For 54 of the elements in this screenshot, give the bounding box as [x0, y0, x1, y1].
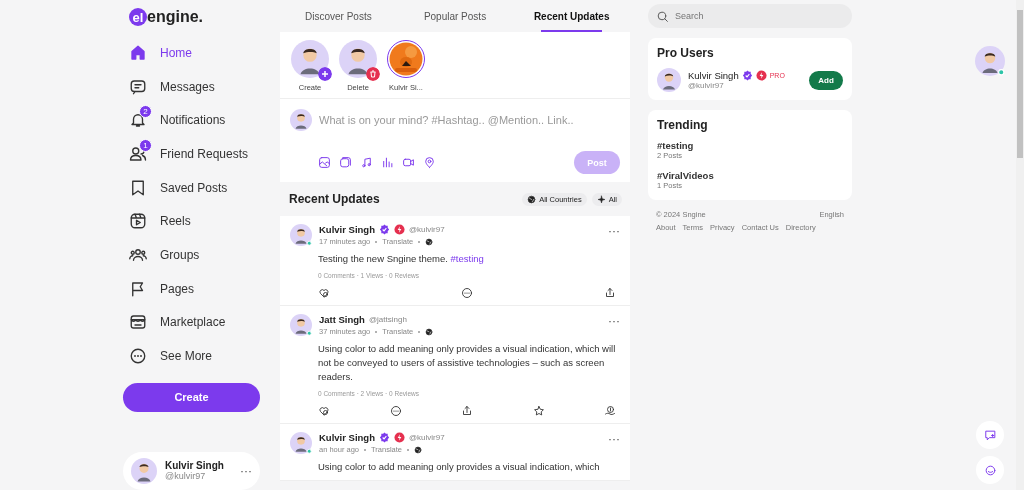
user-name[interactable]: Kulvir Singh [688, 70, 739, 81]
nav-item[interactable]: Groups [123, 238, 270, 272]
nav-label: Friend Requests [160, 146, 249, 161]
hashtag-link[interactable]: #ViralVideos [657, 170, 843, 181]
post-text: Testing the new Sngine theme. #testing [318, 252, 485, 266]
user-name: Kulvir Singh [165, 460, 224, 472]
add-button[interactable]: Add [809, 70, 843, 90]
nav-item[interactable]: Marketplace [123, 305, 270, 340]
nav-item[interactable]: 2 Notifications [123, 103, 270, 137]
tab[interactable]: Popular Posts [396, 0, 514, 32]
nav-label: Saved Posts [160, 180, 228, 195]
nav-label: Marketplace [160, 315, 226, 330]
tab[interactable]: Discover Posts [280, 0, 397, 32]
nav-label: Pages [160, 281, 195, 296]
card-title: Trending [657, 118, 709, 132]
nav-label: Home [160, 45, 192, 60]
post-text: Using color to add meaning only provides a visual indication, which will not be conveyed to users of assistive technologies – such as screen readers. [318, 342, 617, 384]
user-handle: @kulvir97 [408, 225, 445, 234]
post-text: Using color to add meaning only provides a visual indication, which [318, 460, 601, 474]
nav-label: Reels [160, 214, 191, 229]
post-input[interactable]: What is on your mind? #Hashtag.. @Mention.. Link.. [319, 114, 620, 126]
nav-label: See More [160, 348, 213, 363]
user-handle: @kulvir97 [165, 471, 207, 482]
author-name[interactable]: Kulvir Singh [319, 224, 375, 235]
hashtag-link[interactable]: #testing [657, 140, 843, 151]
card-title: Pro Users [657, 46, 715, 60]
nav-item[interactable]: Pages [123, 271, 270, 306]
nav-item[interactable]: 1 Friend Requests [123, 137, 270, 171]
more-button[interactable]: ··· [608, 224, 620, 238]
user-handle: @kulvir97 [408, 433, 445, 442]
nav-label: Messages [160, 79, 215, 94]
user-handle: @kulvir97 [688, 81, 725, 90]
more-button[interactable]: ··· [608, 314, 620, 328]
nav-item[interactable]: Saved Posts [123, 170, 270, 205]
tab[interactable]: Recent Updates [513, 0, 630, 32]
author-name[interactable]: Jatt Singh [319, 314, 365, 325]
nav-label: Notifications [160, 113, 226, 128]
nav-item[interactable]: Reels [123, 204, 270, 239]
more-button[interactable]: ··· [240, 463, 252, 478]
count-badge: 1 [139, 138, 152, 152]
count-badge: 2 [139, 105, 152, 119]
nav-item[interactable]: Home [123, 36, 270, 70]
nav-item[interactable]: Messages [123, 69, 270, 104]
user-handle: @jattsingh [368, 315, 407, 324]
section-title: Recent Updates [289, 192, 380, 206]
author-name[interactable]: Kulvir Singh [319, 432, 375, 443]
nav-item[interactable]: See More [123, 339, 270, 373]
create-button[interactable]: Create [123, 382, 260, 412]
search-field[interactable]: Search [648, 4, 852, 28]
more-button[interactable]: ··· [608, 432, 620, 446]
account-card[interactable]: Kulvir Singh @kulvir97 ··· [123, 451, 260, 490]
hashtag-link[interactable]: #testing [450, 253, 484, 264]
logo[interactable]: el engine. [129, 8, 270, 26]
nav-label: Groups [160, 247, 200, 262]
